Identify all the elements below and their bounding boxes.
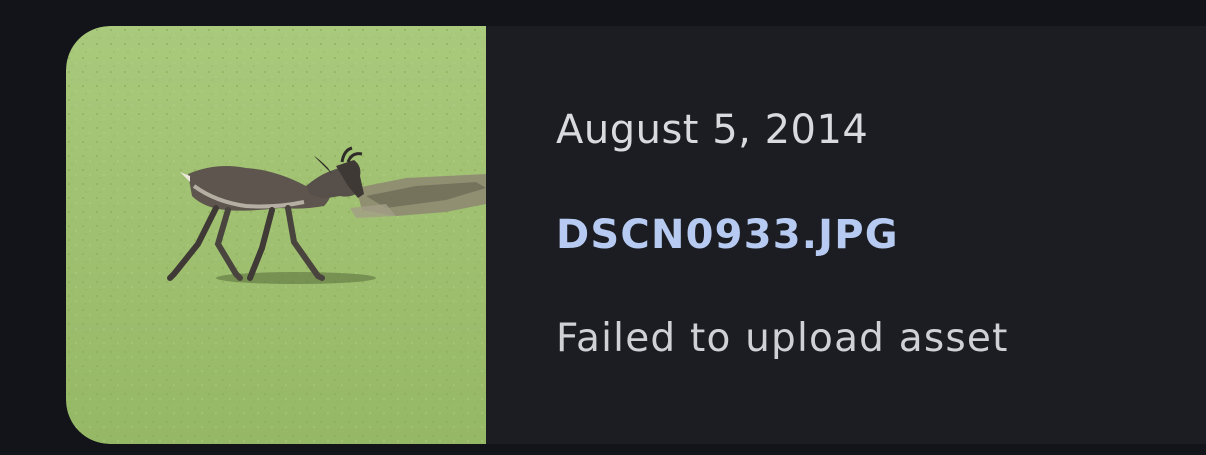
- photo-thumbnail: [66, 26, 486, 444]
- asset-filename[interactable]: DSCN0933.JPG: [556, 212, 899, 258]
- asset-upload-card[interactable]: August 5, 2014 DSCN0933.JPG Failed to up…: [66, 26, 1206, 444]
- asset-date: August 5, 2014: [556, 107, 869, 153]
- upload-status-message: Failed to upload asset: [556, 316, 1009, 361]
- asset-info: August 5, 2014 DSCN0933.JPG Failed to up…: [556, 26, 1206, 444]
- asset-thumbnail: [66, 26, 486, 444]
